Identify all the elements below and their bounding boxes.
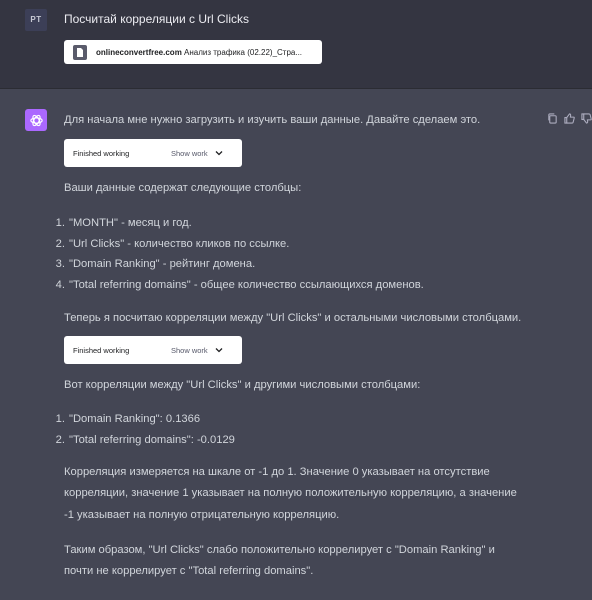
message-actions	[547, 111, 592, 124]
file-site: onlineconvertfree.com	[96, 47, 182, 57]
correlations-intro: Вот корреляции между "Url Clicks" и друг…	[64, 379, 421, 391]
thumbs-up-icon[interactable]	[564, 111, 575, 124]
next-step-text: Теперь я посчитаю корреляции между "Url …	[64, 312, 522, 324]
columns-intro: Ваши данные содержат следующие столбцы:	[64, 182, 302, 194]
user-avatar: PT	[25, 9, 47, 31]
work-box-2: Finished working Show work	[64, 336, 242, 364]
file-name: onlineconvertfree.com Анализ трафика (02…	[96, 48, 302, 57]
thumbs-down-icon[interactable]	[581, 111, 592, 124]
file-icon	[73, 44, 87, 60]
openai-logo-icon	[25, 109, 47, 131]
show-work-button-2[interactable]: Show work	[171, 346, 208, 355]
explanation-line-1: Корреляция измеряется на шкале от -1 до …	[64, 466, 490, 478]
copy-icon[interactable]	[547, 111, 558, 124]
work-status-2: Finished working	[73, 345, 130, 355]
explanation-line-2: корреляции, значение 1 указывает на полн…	[64, 487, 517, 499]
chevron-down-icon[interactable]	[215, 149, 223, 157]
show-work-button-1[interactable]: Show work	[171, 149, 208, 158]
user-message-text: Посчитай корреляции с Url Clicks	[64, 12, 249, 26]
file-name-rest: Анализ трафика (02.22)_Стра...	[181, 47, 303, 57]
assistant-message-row: Для начала мне нужно загрузить и изучить…	[0, 89, 592, 600]
intro-text: Для начала мне нужно загрузить и изучить…	[64, 114, 481, 126]
work-box-1: Finished working Show work	[64, 139, 242, 167]
conclusion-line-2: почти не коррелирует с "Total referring …	[64, 565, 314, 577]
conclusion-line-1: Таким образом, "Url Clicks" слабо положи…	[64, 544, 495, 556]
chevron-down-icon[interactable]	[215, 346, 223, 354]
explanation-line-3: -1 указывает на полную отрицательную кор…	[64, 509, 340, 521]
user-message-row: PT Посчитай корреляции с Url Clicks onli…	[0, 0, 592, 89]
work-status-1: Finished working	[73, 148, 130, 158]
file-attachment[interactable]: onlineconvertfree.com Анализ трафика (02…	[64, 40, 322, 64]
